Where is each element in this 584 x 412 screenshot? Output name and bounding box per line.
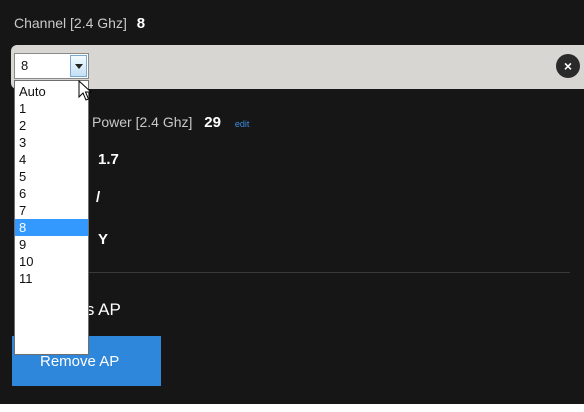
firmware-row: 1.7	[98, 151, 119, 168]
partially-hidden-row: /	[96, 189, 100, 206]
tx-power-label: Power [2.4 Ghz]	[92, 114, 193, 130]
channel-edit-bar	[11, 45, 584, 89]
status-value: Y	[98, 231, 109, 248]
channel-option[interactable]: 6	[15, 185, 88, 202]
channel-option[interactable]: 2	[15, 117, 88, 134]
channel-option[interactable]: 7	[15, 202, 88, 219]
tx-power-row: Power [2.4 Ghz] 29 edit	[92, 114, 249, 131]
channel-options-list: Auto 1 2 3 4 5 6 7 8 9 10 11	[14, 80, 89, 355]
tx-power-value: 29	[204, 114, 221, 131]
channel-option[interactable]: 8	[15, 219, 88, 236]
chevron-down-icon[interactable]	[70, 55, 87, 77]
ap-settings-panel: Channel [2.4 Ghz] 8 Power [2.4 Ghz] 29 e…	[0, 0, 584, 404]
channel-row: Channel [2.4 Ghz] 8	[14, 15, 145, 32]
section-divider	[14, 272, 570, 273]
channel-option[interactable]: 9	[15, 236, 88, 253]
channel-option[interactable]: 3	[15, 134, 88, 151]
channel-select[interactable]: 8	[14, 53, 89, 79]
channel-option[interactable]: 1	[15, 100, 88, 117]
channel-option[interactable]: 4	[15, 151, 88, 168]
firmware-value: 1.7	[98, 151, 119, 168]
close-icon[interactable]: ×	[556, 54, 580, 78]
partially-hidden-value: /	[96, 189, 101, 206]
channel-option[interactable]: 5	[15, 168, 88, 185]
tx-power-edit-link[interactable]: edit	[235, 119, 250, 129]
mouse-pointer-icon	[78, 80, 93, 101]
channel-value: 8	[136, 15, 146, 32]
status-row: Y	[98, 231, 108, 248]
channel-select-value: 8	[21, 58, 29, 73]
channel-option[interactable]: 11	[15, 270, 88, 287]
channel-label: Channel [2.4 Ghz]	[14, 15, 127, 31]
channel-option[interactable]: 10	[15, 253, 88, 270]
